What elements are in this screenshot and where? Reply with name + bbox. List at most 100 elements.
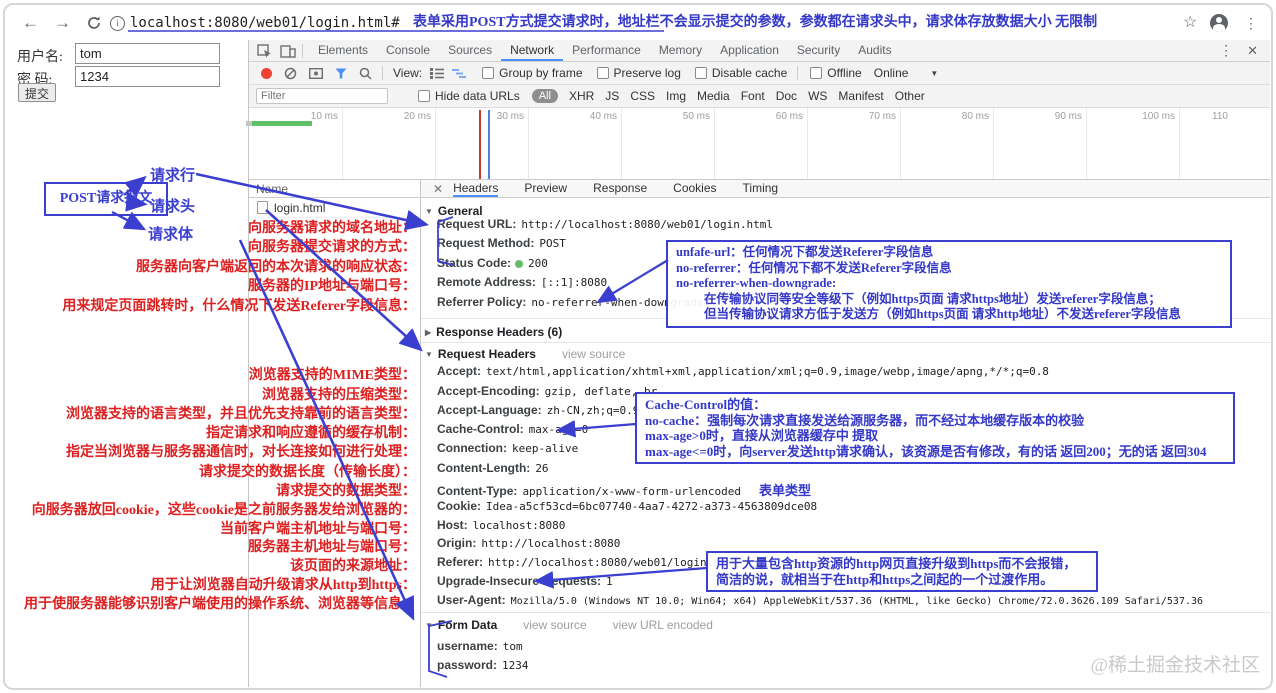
filter-funnel-icon[interactable] [335, 68, 347, 79]
tab-elements[interactable]: Elements [309, 40, 377, 61]
tab-sources[interactable]: Sources [439, 40, 501, 61]
filter-type-font[interactable]: Font [741, 89, 765, 103]
browser-menu-icon[interactable]: ⋮ [1244, 6, 1258, 40]
filter-type-ws[interactable]: WS [808, 89, 827, 103]
username-label: 用户名: [17, 50, 63, 65]
record-icon[interactable] [261, 67, 272, 79]
form-data-row-username: username: tom [437, 639, 523, 653]
gridline [342, 108, 343, 179]
password-field[interactable] [75, 66, 220, 87]
submit-button[interactable]: 提交 [18, 83, 56, 102]
filter-type-media[interactable]: Media [697, 89, 730, 103]
header-row-origin: Origin: http://localhost:8080 [437, 536, 621, 550]
tick-label: 40 ms [589, 111, 617, 122]
form-data-row-password: password: 1234 [437, 658, 529, 672]
tab-memory[interactable]: Memory [650, 40, 711, 61]
header-row-remote-address: Remote Address: [::1]:8080 [437, 275, 608, 289]
filter-type-img[interactable]: Img [666, 89, 686, 103]
search-icon[interactable] [359, 67, 372, 80]
overview-response-bar [252, 121, 312, 126]
bookmark-star-icon[interactable]: ☆ [1183, 6, 1197, 40]
filter-type-manifest[interactable]: Manifest [838, 89, 883, 103]
filter-type-css[interactable]: CSS [630, 89, 655, 103]
close-detail-icon[interactable]: ✕ [433, 182, 443, 196]
header-row-status-code: Status Code: 200 [437, 256, 548, 270]
group-by-frame-checkbox[interactable]: Group by frame [482, 66, 583, 80]
clear-icon[interactable] [284, 67, 297, 80]
section-general[interactable]: ▼ General [425, 204, 483, 218]
gridline [435, 108, 436, 179]
detail-tab-response[interactable]: Response [593, 180, 647, 197]
diagram-label-request-body: 请求体 [148, 227, 194, 243]
device-toolbar-icon[interactable] [280, 44, 296, 58]
filter-type-js[interactable]: JS [605, 89, 619, 103]
tick-label: 100 ms [1142, 111, 1175, 122]
network-overview[interactable]: 10 ms 20 ms 30 ms 40 ms 50 ms 60 ms 70 m… [246, 108, 1270, 180]
tab-performance[interactable]: Performance [563, 40, 650, 61]
name-column-header[interactable]: Name [249, 180, 420, 198]
diagram-label-request-headers: 请求头 [150, 199, 196, 215]
view-url-encoded-link[interactable]: view URL encoded [613, 618, 713, 632]
section-request-headers[interactable]: ▼ Request Headers view source [425, 347, 625, 361]
header-row-accept-encoding: Accept-Encoding: gzip, deflate, br [437, 384, 658, 398]
red-note-referrer-policy: 用来规定页面跳转时，什么情况下发送Referer字段信息： [62, 299, 416, 314]
inspect-element-icon[interactable] [257, 43, 272, 58]
tab-console[interactable]: Console [377, 40, 439, 61]
filmstrip-icon[interactable] [309, 67, 323, 79]
disable-cache-checkbox[interactable]: Disable cache [694, 66, 787, 80]
red-note-cookie: 向服务器放回cookie，这些cookie是之前服务器发给浏览器的： [31, 503, 416, 518]
detail-tabbar: ✕ Headers Preview Response Cookies Timin… [420, 180, 1270, 198]
tab-audits[interactable]: Audits [849, 40, 900, 61]
header-row-user-agent: User-Agent: Mozilla/5.0 (Windows NT 10.0;… [437, 593, 1204, 607]
filter-type-doc[interactable]: Doc [776, 89, 797, 103]
browser-toolbar: ← → i localhost:8080/web01/login.html# 表… [6, 6, 1270, 40]
filter-input[interactable] [256, 88, 388, 104]
tab-network[interactable]: Network [501, 40, 564, 61]
tab-application[interactable]: Application [711, 40, 788, 61]
detail-tab-preview[interactable]: Preview [524, 180, 567, 197]
site-info-icon[interactable]: i [110, 16, 125, 31]
url-bar[interactable]: localhost:8080/web01/login.html# [130, 6, 400, 40]
tab-security[interactable]: Security [788, 40, 849, 61]
detail-tab-cookies[interactable]: Cookies [673, 180, 716, 197]
status-green-icon [515, 260, 524, 268]
content-type-annotation: 表单类型 [758, 483, 811, 498]
gridline [714, 108, 715, 179]
detail-tab-headers[interactable]: Headers [453, 180, 499, 197]
hide-data-urls-checkbox[interactable]: Hide data URLs [418, 89, 520, 103]
profile-avatar[interactable] [1210, 14, 1228, 32]
network-toolbar: View: Group by frame Preserve log Disabl… [249, 62, 1270, 85]
devtools-close-icon[interactable]: ✕ [1247, 43, 1258, 59]
offline-checkbox[interactable]: Offline [810, 66, 862, 80]
view-large-rows-icon[interactable] [430, 67, 445, 79]
header-row-request-method: Request Method: POST [437, 236, 566, 250]
gridline [621, 108, 622, 179]
filter-type-other[interactable]: Other [895, 89, 925, 103]
red-note-host: 当前客户端主机地址与端口号： [220, 522, 416, 537]
header-row-content-type: Content-Type: application/x-www-form-urle… [437, 483, 811, 498]
view-source-link[interactable]: view source [562, 347, 625, 361]
preserve-log-checkbox[interactable]: Preserve log [596, 66, 681, 80]
throttling-select[interactable]: Online [874, 66, 909, 80]
view-waterfall-icon[interactable] [452, 68, 467, 79]
back-icon[interactable]: ← [22, 6, 39, 40]
detail-tab-timing[interactable]: Timing [743, 180, 779, 197]
reload-icon[interactable] [86, 15, 102, 31]
tick-label: 60 ms [775, 111, 803, 122]
triangle-down-icon: ▼ [425, 350, 433, 359]
devtools-tabbar: Elements Console Sources Network Perform… [249, 40, 1270, 62]
network-filterbar: Hide data URLs All XHR JS CSS Img Media … [249, 85, 1270, 108]
chevron-down-icon[interactable]: ▼ [930, 69, 938, 78]
section-response-headers[interactable]: ▶ Response Headers (6) [425, 325, 562, 339]
filter-type-xhr[interactable]: XHR [569, 89, 594, 103]
forward-icon[interactable]: → [54, 6, 71, 40]
domcontentloaded-line [488, 110, 490, 179]
tick-label: 90 ms [1054, 111, 1082, 122]
section-form-data[interactable]: ▼ Form Data view source view URL encoded [425, 618, 713, 632]
view-source-link[interactable]: view source [523, 618, 586, 632]
filter-type-all[interactable]: All [531, 89, 558, 103]
request-row-login[interactable]: login.html [249, 198, 420, 218]
devtools-menu-icon[interactable]: ⋮ [1219, 40, 1233, 61]
username-field[interactable] [75, 43, 220, 64]
red-note-referer: 该页面的来源地址： [290, 559, 416, 574]
